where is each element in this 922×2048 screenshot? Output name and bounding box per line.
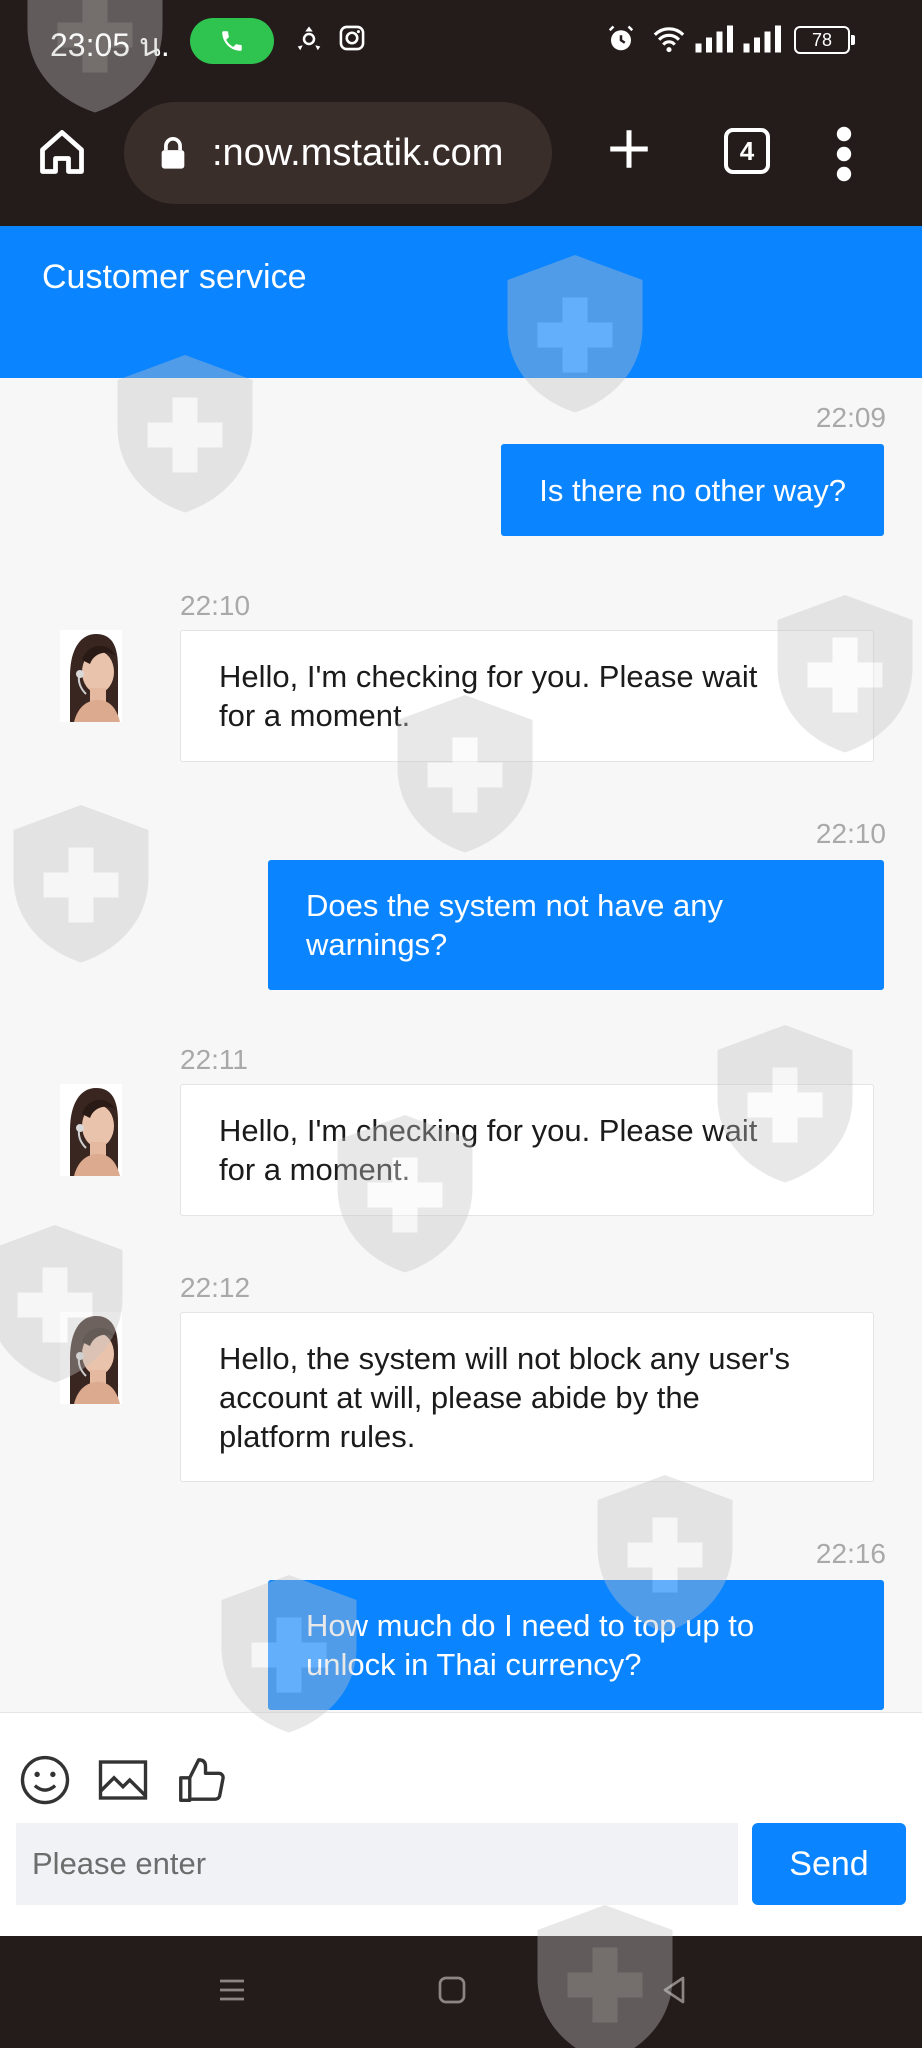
incoming-message: Hello, I'm checking for you. Please wait… <box>180 1084 874 1216</box>
agent-avatar <box>60 1312 122 1404</box>
send-button[interactable]: Send <box>752 1823 906 1905</box>
alarm-icon <box>608 25 634 51</box>
outgoing-message: Does the system not have any warnings? <box>268 860 884 990</box>
message-text: Hello, I'm checking for you. Please wait… <box>219 1113 758 1187</box>
message-input[interactable] <box>16 1823 738 1905</box>
new-tab-icon[interactable] <box>604 124 654 174</box>
emoji-icon[interactable] <box>18 1753 72 1807</box>
agent-avatar <box>60 1084 122 1176</box>
message-timestamp: 22:10 <box>815 818 886 849</box>
message-text: How much do I need to top up to unlock i… <box>306 1608 755 1682</box>
message-text: Is there no other way? <box>539 472 846 508</box>
ongoing-call-chip[interactable] <box>190 18 274 64</box>
message-timestamp: 22:11 <box>180 1044 248 1075</box>
home-icon[interactable] <box>36 126 88 178</box>
tab-switcher-button[interactable]: 4 <box>724 128 770 174</box>
thumbs-up-icon[interactable] <box>174 1753 228 1807</box>
lock-icon <box>161 137 185 169</box>
composer: Send <box>0 1712 922 1936</box>
message-timestamp: 22:12 <box>180 1272 251 1303</box>
system-navigation-bar <box>0 1936 922 2048</box>
outgoing-message: Is there no other way? <box>501 444 884 536</box>
signal-icon <box>695 25 733 53</box>
incoming-message: Hello, the system will not block any use… <box>180 1312 874 1482</box>
battery-icon: 78 <box>794 26 855 54</box>
message-timestamp: 22:09 <box>815 402 886 433</box>
message-timestamp: 22:10 <box>180 590 251 621</box>
page-title: Customer service <box>42 258 307 296</box>
recents-icon[interactable] <box>214 1972 250 2008</box>
home-icon[interactable] <box>434 1972 470 2008</box>
browser-toolbar: :now.mstatik.com 4 <box>0 82 922 226</box>
message-text: Does the system not have any warnings? <box>306 888 724 962</box>
wifi-icon <box>653 27 685 53</box>
outgoing-message: How much do I need to top up to unlock i… <box>268 1580 884 1710</box>
incoming-message: Hello, I'm checking for you. Please wait… <box>180 630 874 762</box>
status-bar: 23:05 น. 78 <box>0 0 922 82</box>
message-timestamp: 22:16 <box>815 1538 886 1569</box>
signal-icon <box>743 25 781 53</box>
message-text: Hello, the system will not block any use… <box>219 1340 791 1454</box>
agent-avatar <box>60 630 122 722</box>
back-icon[interactable] <box>656 1972 692 2008</box>
status-time: 23:05 น. <box>50 27 170 63</box>
phone-icon <box>222 31 242 51</box>
url-text: :now.mstatik.com <box>212 132 504 174</box>
address-bar[interactable]: :now.mstatik.com <box>124 102 552 204</box>
chat-header: Customer service <box>0 226 922 378</box>
more-menu-icon[interactable] <box>836 126 852 182</box>
instagram-icon <box>339 25 365 51</box>
sync-icon <box>297 26 321 51</box>
image-icon[interactable] <box>96 1753 150 1807</box>
message-text: Hello, I'm checking for you. Please wait… <box>219 659 758 733</box>
message-list[interactable]: 22:09 Is there no other way? 22:10 Hello… <box>0 378 922 1712</box>
